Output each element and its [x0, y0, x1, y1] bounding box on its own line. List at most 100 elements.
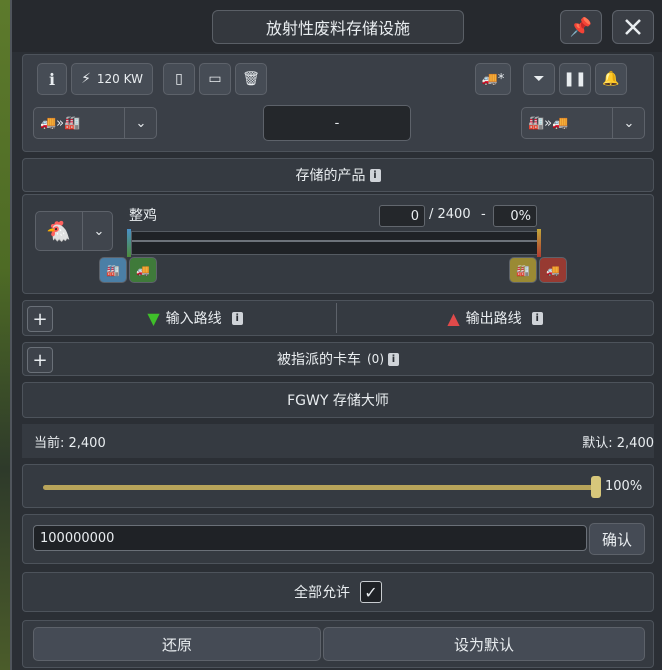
restore-button[interactable]: 还原	[33, 627, 321, 661]
power-value: 120 KW	[96, 72, 143, 86]
close-icon	[625, 19, 641, 35]
demolish-button[interactable]: 🗑	[235, 63, 267, 95]
capacity-summary: 当前: 2,400 默认: 2,400	[22, 424, 654, 458]
product-select[interactable]: 🐔 ⌄	[35, 211, 113, 251]
truck-star-icon: 🚚*	[481, 71, 505, 87]
plus-icon: +	[32, 349, 48, 371]
copy-icon: ▯	[175, 71, 183, 87]
truck-to-factory-icon: 🚚»🏭	[40, 115, 81, 131]
filter-button[interactable]: ⏷	[523, 63, 555, 95]
high-marker	[537, 229, 541, 257]
export-factory-marker[interactable]: 🏭	[509, 257, 537, 283]
low-marker	[127, 229, 131, 257]
info-icon[interactable]: i	[388, 352, 399, 366]
output-routes-tab[interactable]: ▲ 输出路线 i	[337, 301, 653, 335]
notify-button[interactable]: 🔔	[595, 63, 627, 95]
add-truck-button[interactable]: +	[27, 347, 53, 373]
output-routes-label: 输出路线	[465, 311, 522, 327]
checkmark-icon: ✓	[364, 582, 378, 602]
mod-title-bar: FGWY 存储大师	[22, 382, 654, 418]
assigned-trucks-label: 被指派的卡车	[277, 352, 361, 368]
confirm-label: 确认	[601, 530, 632, 549]
info-icon[interactable]: i	[231, 311, 243, 325]
chevron-down-icon: ⌄	[612, 108, 645, 138]
truck-settings-button[interactable]: 🚚*	[475, 63, 511, 95]
assigned-trucks-count: (0)	[367, 352, 384, 366]
set-default-label: 设为默认	[453, 635, 514, 654]
chevron-down-icon: ⌄	[124, 108, 157, 138]
info-button[interactable]: ℹ	[37, 63, 67, 95]
window-header: 放射性废料存储设施 📌	[12, 0, 662, 52]
green-down-arrow-icon: ▼	[147, 308, 160, 328]
phone-icon: ▭	[208, 71, 222, 87]
mode-display-text: -	[334, 115, 340, 131]
capacity-slider-handle[interactable]	[591, 476, 601, 498]
confirm-button[interactable]: 确认	[589, 523, 645, 555]
import-truck-marker[interactable]: 🚚	[129, 257, 157, 283]
import-mode-dropdown[interactable]: 🚚»🏭 ⌄	[33, 107, 157, 139]
pin-button[interactable]: 📌	[560, 10, 602, 44]
slider-percent: 100%	[605, 479, 643, 494]
bottom-buttons-panel: 还原 设为默认	[22, 620, 654, 668]
assigned-trucks-row: + 被指派的卡车 (0) i	[22, 342, 654, 376]
pin-icon: 📌	[569, 16, 593, 38]
pause-button[interactable]: ❚❚	[559, 63, 591, 95]
window-title: 放射性废料存储设施	[212, 10, 464, 44]
mod-title: FGWY 存储大师	[287, 393, 389, 409]
capacity-input[interactable]	[33, 525, 587, 551]
percent-value: 0%	[510, 208, 531, 224]
mode-display: -	[263, 105, 411, 141]
pause-icon: ❚❚	[563, 71, 587, 87]
close-button[interactable]	[612, 10, 654, 44]
import-factory-marker[interactable]: 🏭	[99, 257, 127, 283]
capacity-slider-track[interactable]	[43, 485, 599, 490]
stored-products-title: 存储的产品	[295, 168, 366, 184]
percent-field[interactable]: 0%	[493, 205, 537, 227]
current-capacity: 当前: 2,400	[34, 436, 106, 451]
allow-all-row: 全部允许 ✓	[22, 572, 654, 612]
chevron-down-icon: ⌄	[82, 212, 115, 250]
storage-bar	[131, 231, 539, 255]
allow-all-label: 全部允许	[294, 585, 350, 601]
input-routes-label: 输入路线	[165, 311, 222, 327]
chicken-icon: 🐔	[46, 219, 71, 243]
routes-row: + ▼ 输入路线 i ▲ 输出路线 i	[22, 300, 654, 336]
product-name: 整鸡	[129, 208, 157, 224]
capacity-text: / 2400	[429, 207, 471, 222]
quantity-value: 0	[410, 208, 419, 224]
stored-products-header: 存储的产品 i	[22, 158, 654, 192]
restore-label: 还原	[161, 635, 192, 654]
lightning-icon: ⚡	[81, 71, 91, 87]
bell-icon: 🔔	[602, 71, 620, 87]
capacity-slider-panel: 100%	[22, 464, 654, 508]
info-icon[interactable]: i	[369, 168, 381, 182]
clone-button[interactable]: ▯	[163, 63, 195, 95]
toolbar-panel: ℹ ⚡ 120 KW ▯ ▭ 🗑 🚚* ⏷ ❚❚ 🔔 🚚»🏭 ⌄ - 🏭»🚚 ⌄	[22, 54, 654, 152]
paste-button[interactable]: ▭	[199, 63, 231, 95]
truck-icon: 🚚	[546, 263, 560, 277]
input-routes-tab[interactable]: ▼ 输入路线 i	[55, 301, 335, 335]
info-icon[interactable]: i	[531, 311, 543, 325]
factory-icon: 🏭	[516, 263, 530, 277]
trash-icon: 🗑	[242, 71, 260, 87]
add-route-button[interactable]: +	[27, 306, 53, 332]
factory-icon: 🏭	[106, 263, 120, 277]
plus-icon: +	[32, 308, 48, 330]
red-up-arrow-icon: ▲	[447, 308, 460, 328]
capacity-slider-fill	[43, 485, 599, 490]
default-capacity: 默认: 2,400	[582, 436, 654, 451]
set-default-button[interactable]: 设为默认	[323, 627, 645, 661]
stored-product-panel: 🐔 ⌄ 整鸡 0 / 2400 - 0% 🏭 🚚 🏭 🚚	[22, 194, 654, 294]
info-icon: ℹ	[48, 69, 56, 89]
export-mode-dropdown[interactable]: 🏭»🚚 ⌄	[521, 107, 645, 139]
capacity-input-panel: 确认	[22, 514, 654, 564]
export-truck-marker[interactable]: 🚚	[539, 257, 567, 283]
truck-icon: 🚚	[136, 263, 150, 277]
filter-icon: ⏷	[533, 71, 545, 87]
quantity-field[interactable]: 0	[379, 205, 425, 227]
factory-to-truck-icon: 🏭»🚚	[528, 115, 569, 131]
power-indicator: ⚡ 120 KW	[71, 63, 153, 95]
allow-all-checkbox[interactable]: ✓	[360, 581, 382, 603]
separator: -	[481, 207, 486, 222]
building-window: 放射性废料存储设施 📌 ℹ ⚡ 120 KW ▯ ▭ 🗑 🚚* ⏷ ❚❚ 🔔 🚚…	[10, 0, 662, 670]
